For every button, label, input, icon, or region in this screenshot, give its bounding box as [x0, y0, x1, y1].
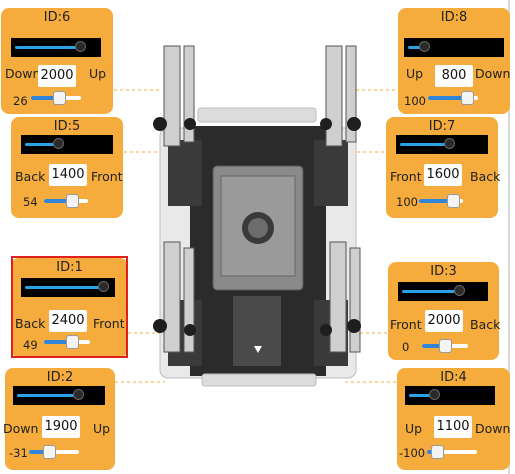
servo-position-knob[interactable]: [73, 389, 84, 400]
servo-position-bar[interactable]: [396, 135, 488, 154]
servo-offset-value: -31: [9, 446, 28, 460]
servo-position-knob[interactable]: [75, 41, 86, 52]
servo-panel-id-2: ID:2 Down 1900 Up -31: [3, 368, 115, 470]
servo-offset-slider[interactable]: [31, 91, 81, 105]
selected-servo-highlight: [11, 256, 128, 358]
servo-position-fill: [402, 290, 457, 293]
servo-position-bar[interactable]: [405, 386, 495, 405]
direction-label-right: Up: [89, 66, 107, 81]
slider-fill: [428, 96, 465, 100]
servo-value-field[interactable]: 1400: [49, 164, 87, 186]
servo-id-label: ID:2: [46, 370, 74, 385]
servo-value-field[interactable]: 1900: [42, 416, 80, 438]
servo-panel-id-5: ID:5 Back 1400 Front 54: [11, 117, 123, 218]
servo-id-label: ID:8: [440, 10, 468, 25]
servo-position-knob[interactable]: [444, 138, 455, 149]
servo-position-bar[interactable]: [398, 282, 488, 301]
slider-thumb[interactable]: [439, 339, 452, 353]
direction-label-right: Up: [93, 421, 111, 436]
servo-offset-slider[interactable]: [419, 194, 463, 208]
slider-thumb[interactable]: [53, 91, 66, 105]
direction-label-left: Down: [5, 66, 41, 81]
servo-offset-value: 0: [402, 340, 410, 354]
servo-value-field[interactable]: 1600: [424, 164, 462, 186]
servo-position-fill: [15, 46, 78, 49]
servo-position-knob[interactable]: [53, 138, 64, 149]
servo-id-label: ID:6: [43, 10, 71, 25]
servo-position-bar[interactable]: [21, 135, 113, 154]
slider-thumb[interactable]: [431, 445, 444, 459]
direction-label-right: Front: [91, 169, 123, 184]
direction-label-left: Down: [3, 421, 39, 436]
slider-thumb[interactable]: [43, 445, 56, 459]
servo-offset-slider[interactable]: [29, 445, 79, 459]
slider-thumb[interactable]: [66, 194, 79, 208]
servo-panel-id-3: ID:3 Front 2000 Back 0: [388, 262, 501, 360]
servo-position-bar[interactable]: [11, 38, 101, 57]
servo-position-fill: [25, 143, 56, 146]
slider-thumb[interactable]: [447, 194, 460, 208]
servo-id-label: ID:5: [53, 119, 81, 134]
servo-panel-id-4: ID:4 Up 1100 Down -100: [397, 368, 510, 470]
servo-value-field[interactable]: 2000: [38, 65, 76, 87]
direction-label-right: Back: [470, 317, 501, 332]
direction-label-right: Back: [470, 169, 501, 184]
servo-offset-slider[interactable]: [422, 339, 468, 353]
servo-position-knob[interactable]: [454, 285, 465, 296]
servo-offset-slider[interactable]: [427, 445, 477, 459]
servo-value-field[interactable]: 800: [435, 65, 473, 87]
servo-control-canvas: ID:6 Down 2000 Up 26 ID:8 Up 800 Down 100 ID:5 Back…: [0, 0, 515, 474]
servo-offset-slider[interactable]: [44, 194, 88, 208]
servo-position-knob[interactable]: [419, 41, 430, 52]
direction-label-left: Back: [15, 169, 46, 184]
servo-panel-id-7: ID:7 Front 1600 Back 100: [386, 117, 501, 218]
servo-offset-slider[interactable]: [428, 91, 478, 105]
servo-position-knob[interactable]: [429, 389, 440, 400]
servo-offset-value: 54: [23, 195, 38, 209]
direction-label-left: Up: [406, 66, 424, 81]
servo-position-bar[interactable]: [404, 38, 504, 57]
servo-offset-value: 26: [13, 94, 28, 108]
direction-label-left: Up: [405, 421, 423, 436]
servo-value-field[interactable]: 1100: [434, 416, 472, 438]
servo-position-bar[interactable]: [13, 386, 105, 405]
servo-offset-value: 100: [396, 195, 418, 209]
servo-id-label: ID:4: [440, 370, 467, 385]
servo-panel-id-8: ID:8 Up 800 Down 100: [398, 8, 510, 114]
direction-label-left: Front: [390, 169, 422, 184]
servo-panel-id-6: ID:6 Down 2000 Up 26: [1, 8, 113, 114]
direction-label-right: Down: [475, 421, 511, 436]
servo-position-fill: [17, 394, 76, 397]
servo-offset-value: -100: [399, 446, 426, 460]
servo-id-label: ID:7: [428, 119, 456, 134]
servo-id-label: ID:3: [430, 264, 457, 279]
servo-value-field[interactable]: 2000: [425, 310, 463, 332]
servo-position-fill: [400, 143, 447, 146]
direction-label-right: Down: [475, 66, 511, 81]
direction-label-left: Front: [390, 317, 422, 332]
servo-offset-value: 100: [404, 94, 426, 108]
slider-thumb[interactable]: [461, 91, 474, 105]
